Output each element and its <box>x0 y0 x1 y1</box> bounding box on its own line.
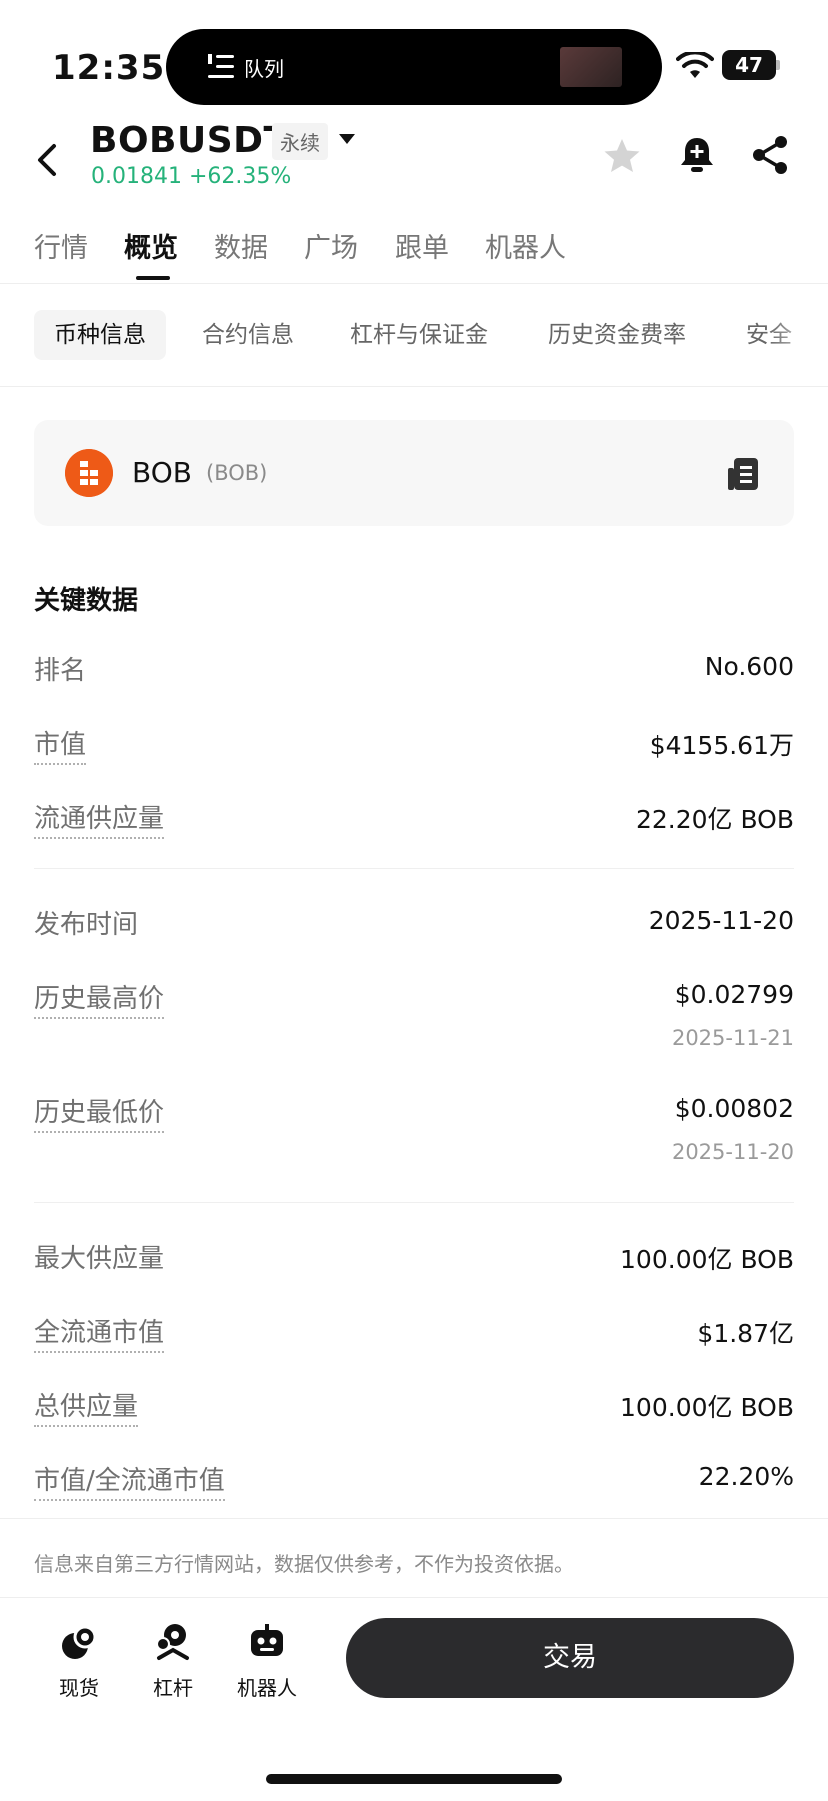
coin-card[interactable]: BOB (BOB) <box>34 420 794 526</box>
label-max-supply: 最大供应量 <box>34 1244 165 1274</box>
share-icon[interactable] <box>750 134 790 176</box>
value-max-supply: 100.00亿 BOB <box>620 1245 794 1274</box>
battery-nub <box>776 60 780 70</box>
margin-icon <box>156 1624 189 1660</box>
robot-icon <box>251 1624 283 1656</box>
label-total-supply[interactable]: 总供应量 <box>34 1386 139 1427</box>
divider <box>0 1518 828 1519</box>
row-divider <box>34 868 794 869</box>
trade-button[interactable]: 交易 <box>346 1618 794 1698</box>
media-thumbnail <box>560 47 622 87</box>
market-header: BOBUSDT 永续 0.01841 +62.35% <box>0 120 828 200</box>
nav-robot[interactable]: 机器人 <box>222 1622 312 1701</box>
value-total-supply: 100.00亿 BOB <box>620 1393 794 1422</box>
tab-copy-trading[interactable]: 跟单 <box>395 226 449 265</box>
label-market-cap[interactable]: 市值 <box>34 724 87 765</box>
nav-robot-label: 机器人 <box>237 1676 297 1700</box>
primary-tabs: 行情 概览 数据 广场 跟单 机器人 <box>0 222 828 284</box>
nav-spot[interactable]: 现货 <box>34 1622 124 1701</box>
ath-date: 2025-11-21 <box>671 1026 794 1050</box>
island-label: 队列 <box>244 57 284 81</box>
subtab-coin-info[interactable]: 币种信息 <box>34 310 166 360</box>
whitepaper-doc-icon[interactable] <box>726 456 760 492</box>
active-tab-indicator <box>136 276 170 280</box>
bob-coin-logo <box>65 449 113 497</box>
value-rank: No.600 <box>704 652 794 681</box>
value-release-date: 2025-11-20 <box>648 906 794 935</box>
tab-overview[interactable]: 概览 <box>124 226 178 265</box>
caret-down-icon[interactable] <box>338 132 356 146</box>
nav-margin-label: 杠杆 <box>153 1676 193 1700</box>
status-bar: 12:35 队列 47 <box>0 0 828 120</box>
home-indicator[interactable] <box>266 1774 562 1784</box>
dynamic-island[interactable]: 队列 <box>166 29 662 105</box>
disclaimer-text: 信息来自第三方行情网站，数据仅供参考，不作为投资依据。 <box>34 1552 574 1576</box>
value-circulating-supply: 22.20亿 BOB <box>635 805 794 834</box>
wifi-icon <box>676 52 714 78</box>
tab-bots[interactable]: 机器人 <box>485 226 566 265</box>
subtab-scroll-fade <box>768 310 828 360</box>
nav-margin[interactable]: 杠杆 <box>128 1622 218 1701</box>
label-rank: 排名 <box>34 656 87 686</box>
label-fdv[interactable]: 全流通市值 <box>34 1312 165 1353</box>
back-arrow-icon[interactable] <box>30 140 66 180</box>
value-fdv: $1.87亿 <box>697 1319 794 1348</box>
subtab-funding-history[interactable]: 历史资金费率 <box>548 310 686 360</box>
label-mcap-fdv-ratio[interactable]: 市值/全流通市值 <box>34 1460 225 1501</box>
favorite-star-icon[interactable] <box>602 136 642 176</box>
row-divider <box>34 1202 794 1203</box>
label-release-date: 发布时间 <box>34 910 139 940</box>
value-market-cap: $4155.61万 <box>649 731 794 760</box>
tab-data[interactable]: 数据 <box>214 226 268 265</box>
battery-indicator: 47 <box>722 50 776 80</box>
spot-icon <box>62 1625 97 1659</box>
section-title: 关键数据 <box>34 586 139 616</box>
label-all-time-high[interactable]: 历史最高价 <box>34 978 165 1019</box>
subtab-leverage-margin[interactable]: 杠杆与保证金 <box>350 310 488 360</box>
value-all-time-high: $0.02799 <box>674 980 794 1009</box>
queue-list-icon <box>208 54 234 78</box>
bottom-action-bar: 现货 杠杆 机器人 交易 <box>0 1597 828 1801</box>
value-all-time-low: $0.00802 <box>674 1094 794 1123</box>
pair-symbol[interactable]: BOBUSDT <box>90 120 289 161</box>
tab-square[interactable]: 广场 <box>304 226 358 265</box>
subtab-contract-info[interactable]: 合约信息 <box>202 310 294 360</box>
coin-symbol: (BOB) <box>206 461 268 485</box>
contract-type-badge[interactable]: 永续 <box>272 123 328 160</box>
sub-tabs: 币种信息 合约信息 杠杆与保证金 历史资金费率 安全 <box>0 310 828 360</box>
nav-spot-label: 现货 <box>59 1676 99 1700</box>
status-time: 12:35 <box>52 48 166 88</box>
value-mcap-fdv-ratio: 22.20% <box>698 1462 794 1491</box>
label-all-time-low[interactable]: 历史最低价 <box>34 1092 165 1133</box>
tab-market[interactable]: 行情 <box>34 226 88 265</box>
divider <box>0 386 828 387</box>
price-change: 0.01841 +62.35% <box>91 164 292 189</box>
price-alert-bell-icon[interactable] <box>678 134 716 176</box>
coin-name: BOB <box>132 456 192 489</box>
atl-date: 2025-11-20 <box>671 1140 794 1164</box>
label-circulating-supply[interactable]: 流通供应量 <box>34 798 165 839</box>
